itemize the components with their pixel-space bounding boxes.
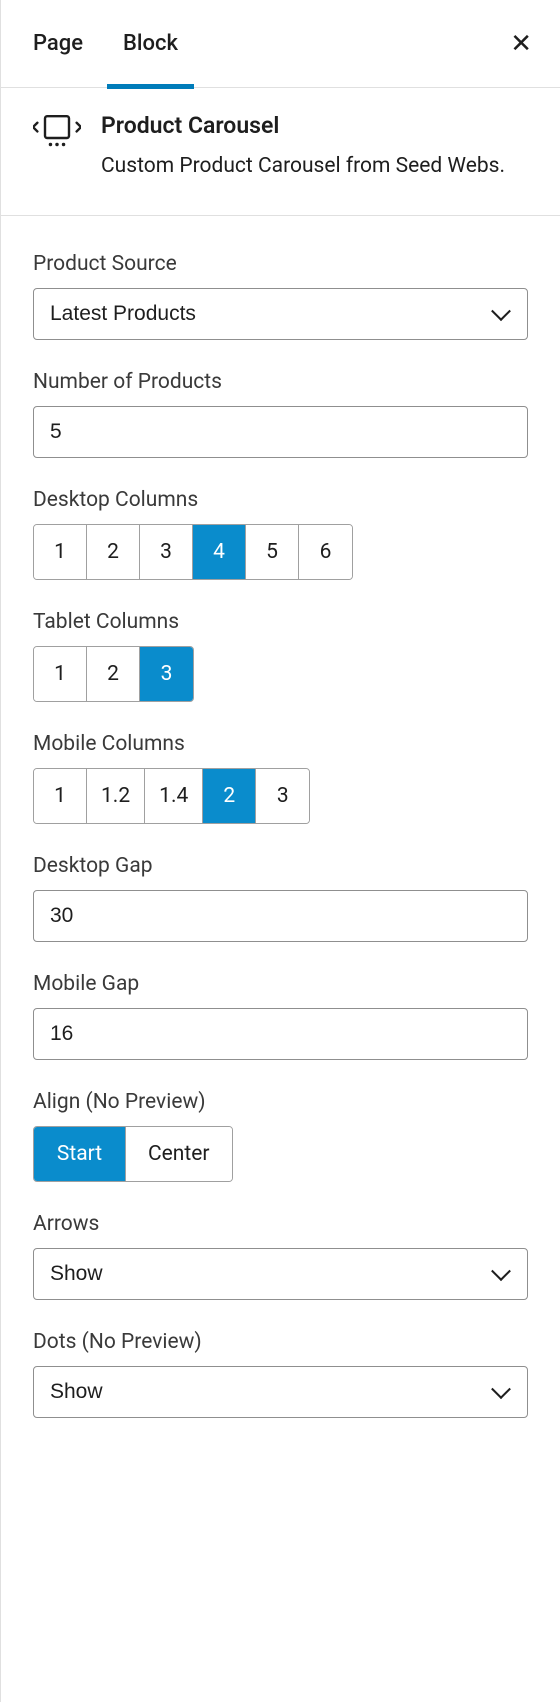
field-product-source: Product Source Latest Products bbox=[33, 252, 528, 340]
group-align: StartCenter bbox=[33, 1126, 233, 1182]
label-product-source: Product Source bbox=[33, 252, 528, 276]
label-arrows: Arrows bbox=[33, 1212, 528, 1236]
group-desktop-columns: 123456 bbox=[33, 524, 353, 580]
select-dots[interactable]: Show bbox=[33, 1366, 528, 1418]
tablet-cols-option-2[interactable]: 2 bbox=[87, 647, 140, 701]
mobile-cols-option-3[interactable]: 3 bbox=[256, 769, 309, 823]
select-product-source[interactable]: Latest Products bbox=[33, 288, 528, 340]
carousel-icon bbox=[33, 112, 81, 183]
select-arrows[interactable]: Show bbox=[33, 1248, 528, 1300]
label-desktop-gap: Desktop Gap bbox=[33, 854, 528, 878]
close-icon[interactable]: ✕ bbox=[510, 31, 532, 57]
desktop-cols-option-5[interactable]: 5 bbox=[246, 525, 299, 579]
mobile-cols-option-1-2[interactable]: 1.2 bbox=[87, 769, 145, 823]
tablet-cols-option-3[interactable]: 3 bbox=[140, 647, 193, 701]
input-mobile-gap[interactable] bbox=[33, 1008, 528, 1060]
label-mobile-columns: Mobile Columns bbox=[33, 732, 528, 756]
label-mobile-gap: Mobile Gap bbox=[33, 972, 528, 996]
field-align: Align (No Preview) StartCenter bbox=[33, 1090, 528, 1182]
align-option-Start[interactable]: Start bbox=[34, 1127, 126, 1181]
block-description: Custom Product Carousel from Seed Webs. bbox=[101, 151, 505, 183]
field-desktop-columns: Desktop Columns 123456 bbox=[33, 488, 528, 580]
mobile-cols-option-2[interactable]: 2 bbox=[203, 769, 256, 823]
desktop-cols-option-1[interactable]: 1 bbox=[34, 525, 87, 579]
label-desktop-columns: Desktop Columns bbox=[33, 488, 528, 512]
input-desktop-gap[interactable] bbox=[33, 890, 528, 942]
field-mobile-gap: Mobile Gap bbox=[33, 972, 528, 1060]
field-tablet-columns: Tablet Columns 123 bbox=[33, 610, 528, 702]
label-tablet-columns: Tablet Columns bbox=[33, 610, 528, 634]
field-arrows: Arrows Show bbox=[33, 1212, 528, 1300]
label-number-of-products: Number of Products bbox=[33, 370, 528, 394]
label-align: Align (No Preview) bbox=[33, 1090, 528, 1114]
field-desktop-gap: Desktop Gap bbox=[33, 854, 528, 942]
controls: Product Source Latest Products Number of… bbox=[1, 216, 560, 1484]
group-mobile-columns: 11.21.423 bbox=[33, 768, 310, 824]
block-title: Product Carousel bbox=[101, 112, 505, 139]
mobile-cols-option-1[interactable]: 1 bbox=[34, 769, 87, 823]
tablet-cols-option-1[interactable]: 1 bbox=[34, 647, 87, 701]
tabs: Page Block ✕ bbox=[1, 0, 560, 88]
desktop-cols-option-2[interactable]: 2 bbox=[87, 525, 140, 579]
field-number-of-products: Number of Products bbox=[33, 370, 528, 458]
group-tablet-columns: 123 bbox=[33, 646, 194, 702]
tab-page[interactable]: Page bbox=[17, 0, 107, 88]
field-dots: Dots (No Preview) Show bbox=[33, 1330, 528, 1418]
block-header: Product Carousel Custom Product Carousel… bbox=[1, 88, 560, 216]
input-number-of-products[interactable] bbox=[33, 406, 528, 458]
desktop-cols-option-3[interactable]: 3 bbox=[140, 525, 193, 579]
desktop-cols-option-6[interactable]: 6 bbox=[299, 525, 352, 579]
mobile-cols-option-1-4[interactable]: 1.4 bbox=[145, 769, 203, 823]
label-dots: Dots (No Preview) bbox=[33, 1330, 528, 1354]
align-option-Center[interactable]: Center bbox=[126, 1127, 232, 1181]
tab-block[interactable]: Block bbox=[107, 0, 194, 88]
field-mobile-columns: Mobile Columns 11.21.423 bbox=[33, 732, 528, 824]
desktop-cols-option-4[interactable]: 4 bbox=[193, 525, 246, 579]
block-settings-panel: Page Block ✕ Product Carousel Custom Pro… bbox=[0, 0, 560, 1702]
